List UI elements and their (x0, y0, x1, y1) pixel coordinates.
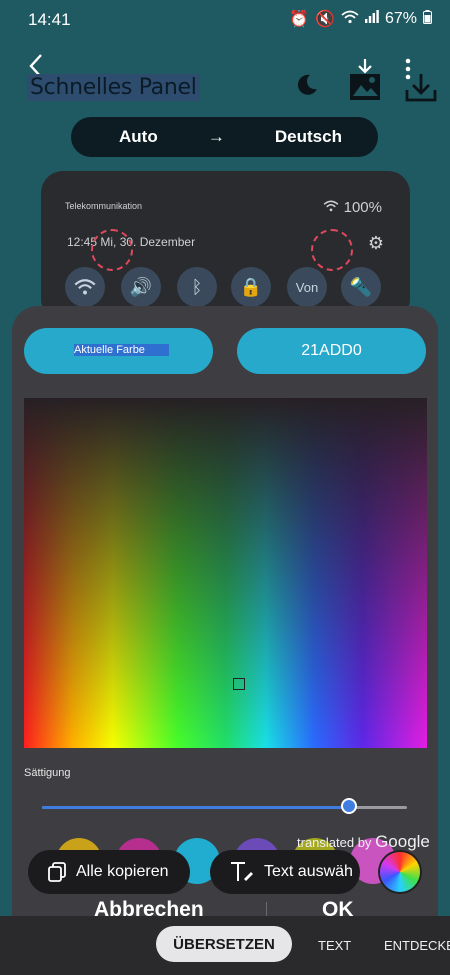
text-select-icon (231, 862, 253, 881)
color-wheel-icon[interactable] (380, 852, 420, 892)
current-color-button[interactable]: Aktuelle Farbe (24, 328, 213, 374)
highlight-ring (91, 229, 133, 271)
translated-by-attribution: translated by Google (297, 832, 430, 852)
preview-battery: 100% (343, 199, 382, 216)
saturation-slider[interactable] (42, 798, 407, 814)
battery-icon (423, 9, 432, 29)
flashlight-tile-icon: 🔦 (341, 267, 381, 307)
language-selector[interactable]: Auto → Deutsch (71, 117, 378, 157)
status-icons: ⏰ 🔇 67% (289, 9, 432, 29)
status-time: 14:41 (28, 10, 71, 29)
slider-fill (42, 806, 349, 809)
preview-wifi-icon (323, 199, 343, 216)
select-text-label: Text auswäh (264, 863, 353, 880)
spectrum-cursor[interactable] (233, 678, 245, 690)
gear-icon: ⚙ (367, 233, 384, 253)
color-spectrum[interactable] (24, 398, 427, 748)
tab-text[interactable]: TEXT (318, 938, 351, 953)
select-text-button[interactable]: Text auswäh (210, 850, 360, 894)
copy-icon (48, 862, 66, 882)
preview-operator: Telekommunikation (65, 201, 143, 211)
bottom-tab-bar: ÜBERSETZEN TEXT ENTDECKE (0, 916, 450, 975)
save-image-icon[interactable] (348, 58, 382, 107)
target-language[interactable]: Deutsch (275, 127, 342, 147)
translated-by-prefix: translated by (297, 835, 372, 850)
hex-value-field[interactable]: 21ADD0 (237, 328, 426, 374)
download-icon[interactable] (404, 72, 438, 107)
mute-icon: 🔇 (315, 11, 335, 28)
bluetooth-tile-icon: ᛒ (177, 267, 217, 307)
tab-translate[interactable]: ÜBERSETZEN (156, 926, 292, 962)
moon-icon[interactable] (295, 73, 319, 102)
sound-tile-icon: 🔊 (121, 267, 161, 307)
panel-preview: Telekommunikation 100% 12:45 Mi, 30. Dez… (41, 171, 410, 321)
google-brand: Google (375, 832, 430, 851)
alarm-icon: ⏰ (289, 11, 310, 28)
status-bar: 14:41 ⏰ 🔇 67% (0, 0, 450, 40)
wifi-tile-icon (65, 267, 105, 307)
page-title: Schnelles Panel (27, 74, 200, 101)
arrow-right-icon: → (207, 127, 225, 146)
preview-status: 100% (323, 199, 382, 216)
tab-discover[interactable]: ENTDECKE (384, 938, 450, 953)
slider-thumb[interactable] (340, 798, 357, 814)
signal-icon (364, 10, 379, 28)
highlight-ring (311, 229, 353, 271)
copy-all-label: Alle kopieren (76, 863, 169, 880)
lock-tile-icon: 🔒 (231, 267, 271, 307)
source-language[interactable]: Auto (119, 127, 158, 147)
wifi-icon (341, 10, 359, 29)
current-color-label: Aktuelle Farbe (74, 344, 169, 356)
copy-all-button[interactable]: Alle kopieren (28, 850, 190, 894)
tile-text: Von (287, 267, 327, 307)
saturation-label: Sättigung (24, 767, 71, 779)
battery-percent: 67% (384, 10, 417, 27)
